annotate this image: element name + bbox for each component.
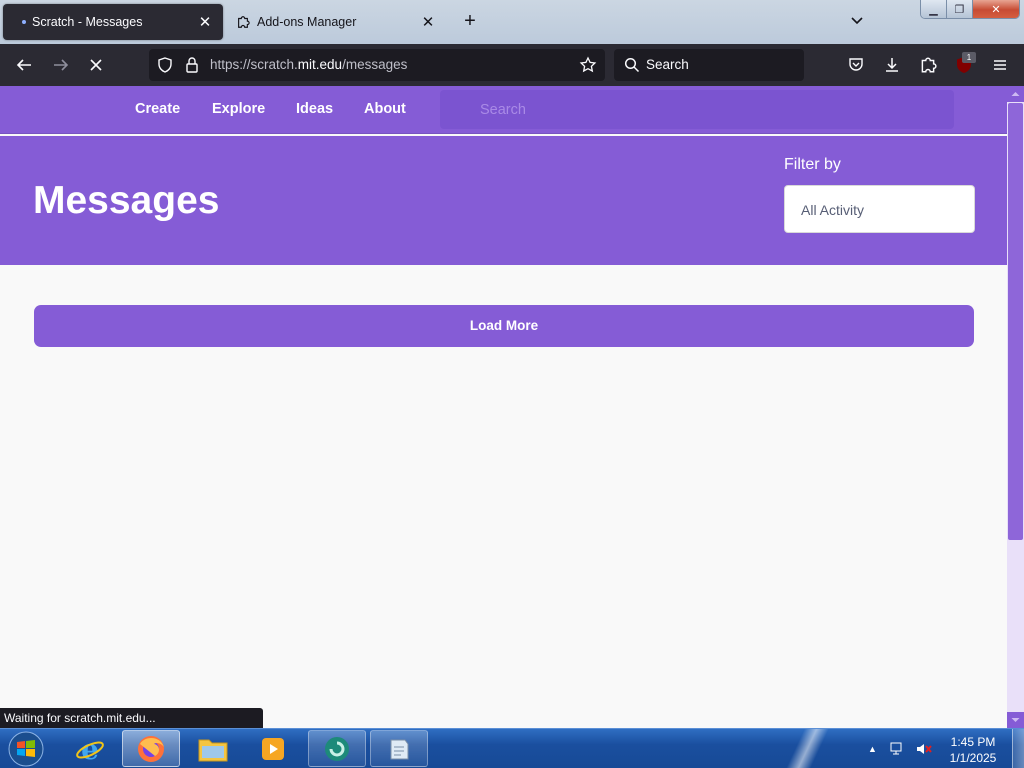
load-more-label: Load More — [469, 318, 539, 333]
page-scrollbar[interactable] — [1007, 86, 1024, 728]
back-arrow-icon — [16, 59, 31, 71]
taskbar-app-green[interactable] — [308, 730, 366, 767]
page-title: Messages — [33, 179, 220, 222]
extensions-puzzle-icon — [921, 57, 937, 73]
url-bar[interactable]: https://scratch.mit.edu/messages — [149, 49, 605, 81]
search-bar-placeholder: Search — [646, 57, 689, 72]
close-tab-icon[interactable]: ✕ — [420, 13, 436, 31]
scratch-search-input[interactable]: Search — [440, 90, 954, 129]
taskbar-explorer[interactable] — [184, 730, 242, 767]
restore-button[interactable]: ❐ — [947, 0, 973, 18]
clock-time: 1:45 PM — [950, 735, 996, 749]
minimize-button[interactable]: ▁ — [921, 0, 947, 18]
forward-arrow-icon — [54, 59, 69, 71]
svg-text:e: e — [81, 734, 99, 764]
extensions-button[interactable] — [916, 53, 940, 77]
load-more-button[interactable]: Load More — [34, 305, 974, 347]
pocket-icon — [849, 58, 863, 71]
loading-dot-icon — [22, 20, 26, 24]
app-menu-button[interactable] — [988, 53, 1012, 77]
filter-select-value: All Activity — [801, 202, 865, 218]
tab-addons-manager[interactable]: Add-ons Manager ✕ — [226, 4, 446, 40]
taskbar-internet-explorer[interactable]: e — [61, 730, 119, 767]
nav-explore-link[interactable]: Explore — [212, 101, 265, 117]
list-all-tabs-icon[interactable] — [848, 12, 866, 30]
folder-icon — [198, 739, 228, 761]
tab-title: Add-ons Manager — [257, 15, 357, 29]
downloads-button[interactable] — [880, 53, 904, 77]
close-window-button[interactable]: ✕ — [973, 0, 1019, 18]
close-tab-icon[interactable]: ✕ — [197, 13, 213, 31]
forward-button[interactable] — [49, 53, 73, 77]
download-icon — [886, 58, 898, 72]
page-content: Create Explore Ideas About Search Messag… — [0, 86, 1007, 728]
pocket-button[interactable] — [844, 53, 868, 77]
nav-create-link[interactable]: Create — [135, 101, 180, 117]
show-desktop-button[interactable] — [1012, 729, 1024, 768]
bookmark-star-icon[interactable] — [579, 56, 597, 74]
filter-label: Filter by — [784, 156, 841, 173]
url-path: /messages — [342, 57, 408, 72]
nav-about-link[interactable]: About — [364, 101, 406, 117]
back-button[interactable] — [12, 53, 36, 77]
stop-button[interactable] — [84, 53, 108, 77]
taskbar-media-player[interactable] — [244, 730, 302, 767]
lock-icon[interactable] — [184, 56, 200, 74]
internet-explorer-icon: e — [76, 734, 104, 764]
url-domain: mit.edu — [297, 57, 343, 72]
puzzle-icon — [238, 16, 250, 28]
scroll-up-button[interactable] — [1007, 86, 1024, 102]
scroll-up-arrow-icon — [1011, 92, 1020, 96]
status-panel: Waiting for scratch.mit.edu... — [0, 708, 263, 728]
navigation-toolbar: https://scratch.mit.edu/messages Search … — [0, 44, 1024, 86]
scratch-navbar: Create Explore Ideas About Search — [0, 86, 1007, 134]
filter-select[interactable]: All Activity — [784, 185, 975, 233]
ublock-badge: 1 — [962, 52, 976, 63]
search-bar[interactable]: Search — [614, 49, 804, 81]
scroll-down-button[interactable] — [1007, 712, 1024, 728]
tab-scratch-messages[interactable]: Scratch - Messages ✕ — [3, 4, 223, 40]
scroll-thumb[interactable] — [1008, 103, 1023, 540]
windows-logo-icon — [8, 731, 44, 767]
window-caption-buttons: ▁ ❐ ✕ — [920, 0, 1020, 19]
scratch-search-placeholder: Search — [480, 102, 526, 118]
taskbar-glow — [760, 729, 850, 768]
tab-strip: Scratch - Messages ✕ Add-ons Manager ✕ +… — [0, 0, 1024, 44]
scroll-down-arrow-icon — [1011, 718, 1020, 722]
media-player-icon — [262, 737, 284, 760]
search-icon — [624, 57, 640, 73]
new-tab-button[interactable]: + — [460, 10, 480, 34]
windows-taskbar: e ▲ 1:45 PM 1/1/2025 — [0, 728, 1024, 768]
tab-title: Scratch - Messages — [32, 15, 143, 29]
stop-icon — [90, 59, 102, 71]
network-icon[interactable] — [889, 741, 907, 757]
system-tray: ▲ — [868, 729, 933, 768]
system-clock[interactable]: 1:45 PM 1/1/2025 — [940, 734, 1006, 766]
start-button[interactable] — [6, 731, 46, 767]
hamburger-menu-icon — [994, 60, 1006, 70]
url-prefix: https://scratch. — [210, 57, 298, 72]
url-text[interactable]: https://scratch.mit.edu/messages — [210, 57, 407, 72]
shield-icon[interactable] — [156, 56, 174, 74]
volume-muted-icon[interactable] — [915, 741, 933, 757]
taskbar-firefox[interactable] — [122, 730, 180, 767]
show-hidden-icons-icon[interactable]: ▲ — [868, 744, 877, 754]
taskbar-notepad[interactable] — [370, 730, 428, 767]
firefox-icon — [138, 735, 164, 762]
nav-ideas-link[interactable]: Ideas — [296, 101, 333, 117]
notepad-icon — [390, 739, 409, 759]
messages-banner: Messages Filter by All Activity — [0, 136, 1007, 265]
clock-date: 1/1/2025 — [949, 751, 997, 765]
green-app-icon — [325, 736, 349, 761]
